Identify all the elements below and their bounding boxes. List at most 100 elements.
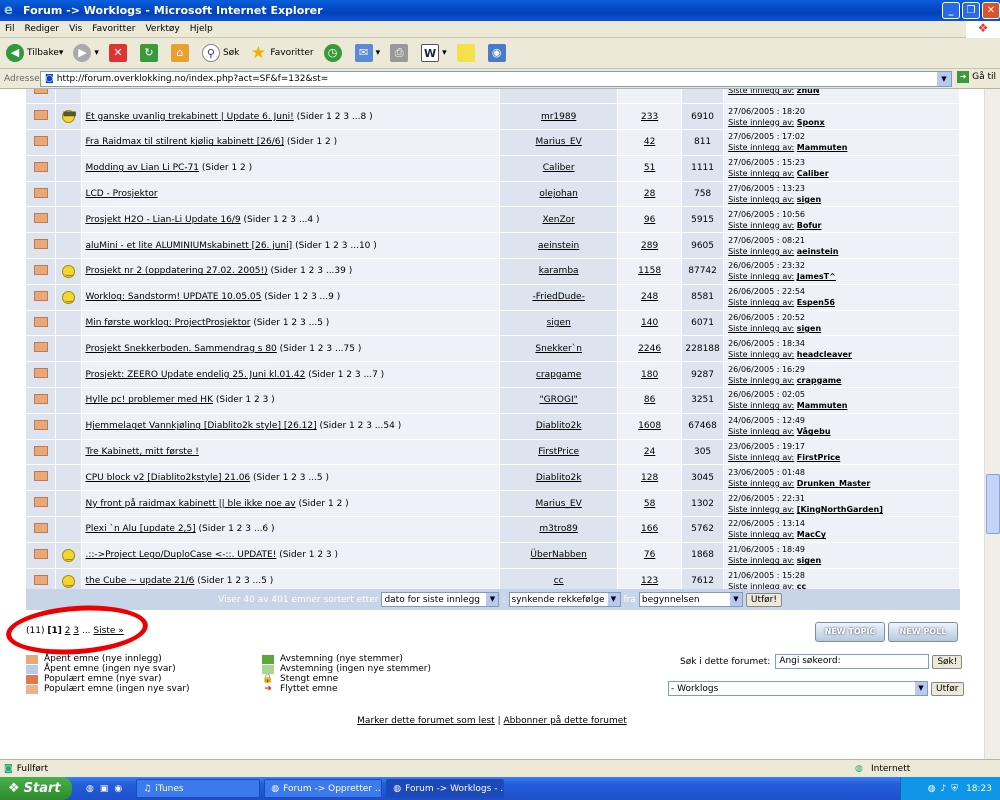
last-post-user[interactable]: FirstPrice xyxy=(797,453,840,462)
topic-starter-link[interactable]: crapgame xyxy=(536,370,581,380)
last-post-label[interactable]: Siste innlegg av: xyxy=(728,401,794,410)
topic-title-link[interactable]: Hjemmelaget Vannkjøling [Diablito2k styl… xyxy=(85,421,316,431)
topic-title-link[interactable]: Prosjekt Snekkerboden. Sammendrag s 80 xyxy=(85,344,276,354)
last-post-label[interactable]: Siste innlegg av: xyxy=(728,376,794,385)
last-post-label[interactable]: Siste innlegg av: xyxy=(728,118,794,127)
topic-replies-link[interactable]: 128 xyxy=(641,473,658,483)
go-button[interactable]: ➜ Gå til xyxy=(957,71,996,83)
last-post-label[interactable]: Siste innlegg av: xyxy=(728,221,794,230)
topic-pages[interactable]: (Sider 1 2 3 ...54 ) xyxy=(320,421,402,431)
topic-title-link[interactable]: Prosjekt H2O - Lian-Li Update 16/9 xyxy=(85,215,240,225)
topic-starter-link[interactable]: Caliber xyxy=(543,163,575,173)
topic-title-link[interactable]: Modding av Lian Li PC-71 xyxy=(85,163,199,173)
last-post-label[interactable]: Siste innlegg av: xyxy=(728,195,794,204)
subscribe-link[interactable]: Abbonner på dette forumet xyxy=(504,716,627,726)
close-button[interactable]: ✕ xyxy=(982,2,1000,19)
last-post-label[interactable]: Siste innlegg av: xyxy=(728,89,794,95)
quicklaunch-media-icon[interactable]: ◉ xyxy=(114,784,122,794)
topic-title-link[interactable]: .::->Project Lego/DuploCase <-::. UPDATE… xyxy=(85,550,276,560)
topic-replies-link[interactable]: 166 xyxy=(641,524,658,534)
address-input[interactable]: ◙ http://forum.overklokking.no/index.php… xyxy=(40,71,952,87)
topic-starter-link[interactable]: FirstPrice xyxy=(538,447,579,457)
topic-starter-link[interactable]: sigen xyxy=(547,318,571,328)
topic-replies-link[interactable]: 58 xyxy=(644,499,655,509)
topic-replies-link[interactable]: 180 xyxy=(641,370,658,380)
sort-by-select[interactable]: dato for siste innlegg ▼ xyxy=(381,592,500,607)
last-post-user[interactable]: sigen xyxy=(797,556,821,565)
last-post-user[interactable]: [KingNorthGarden] xyxy=(797,505,883,514)
topic-title-link[interactable]: LCD - Prosjektor xyxy=(85,189,157,199)
last-post-label[interactable]: Siste innlegg av: xyxy=(728,272,794,281)
topic-title-link[interactable]: CPU block v2 [Diablito2kstyle] 21.06 xyxy=(85,473,250,483)
sort-submit-button[interactable]: Utfør! xyxy=(745,592,782,607)
forum-jump-select[interactable]: - Worklogs ▼ xyxy=(668,681,928,696)
last-post-label[interactable]: Siste innlegg av: xyxy=(728,169,794,178)
refresh-button[interactable]: ↻ xyxy=(139,44,161,62)
mark-read-link[interactable]: Marker dette forumet som lest xyxy=(357,716,495,726)
discuss-button[interactable] xyxy=(456,44,478,62)
topic-starter-link[interactable]: olejohan xyxy=(539,189,577,199)
topic-pages[interactable]: (Sider 1 2 ) xyxy=(298,499,348,509)
messenger-button[interactable]: ◉ xyxy=(487,44,509,62)
search-button[interactable]: ⚲ Søk xyxy=(201,44,239,62)
last-post-user[interactable]: zhuN xyxy=(797,89,820,95)
topic-title-link[interactable]: Min første worklog: ProjectProsjektor xyxy=(85,318,250,328)
tray-network-icon[interactable]: ◍ xyxy=(928,784,936,794)
last-post-user[interactable]: MacCy xyxy=(797,530,826,539)
last-post-label[interactable]: Siste innlegg av: xyxy=(728,143,794,152)
topic-replies-link[interactable]: 1608 xyxy=(638,421,661,431)
topic-replies-link[interactable]: 28 xyxy=(644,189,655,199)
last-post-user[interactable]: Drunken_Master xyxy=(797,479,871,488)
last-post-user[interactable]: Mammuten xyxy=(797,401,848,410)
topic-starter-link[interactable]: XenZor xyxy=(542,215,574,225)
topic-starter-link[interactable]: mr1989 xyxy=(541,112,576,122)
topic-replies-link[interactable]: 86 xyxy=(644,395,655,405)
last-post-user[interactable]: Espen56 xyxy=(797,298,835,307)
topic-starter-link[interactable]: Marius_EV xyxy=(536,499,582,509)
last-post-user[interactable]: sigen xyxy=(797,324,821,333)
topic-title-link[interactable]: Fra Raidmax til stilrent kjølig kabinett… xyxy=(85,137,284,147)
topic-title-link[interactable]: the Cube ~ update 21/6 xyxy=(85,576,194,586)
last-post-label[interactable]: Siste innlegg av: xyxy=(728,530,794,539)
topic-starter-link[interactable]: m3tro89 xyxy=(539,524,577,534)
topic-replies-link[interactable]: 96 xyxy=(644,215,655,225)
topic-pages[interactable]: (Sider 1 2 ) xyxy=(202,163,252,173)
last-post-user[interactable]: Mammuten xyxy=(797,143,848,152)
topic-starter-link[interactable]: "GROGI" xyxy=(540,395,578,405)
menu-tools[interactable]: Verktøy xyxy=(145,24,179,34)
last-post-label[interactable]: Siste innlegg av: xyxy=(728,479,794,488)
topic-title-link[interactable]: Prosjekt: ZEERO Update endelig 25. Juni … xyxy=(85,370,305,380)
topic-pages[interactable]: (Sider 1 2 3 ...10 ) xyxy=(295,241,377,251)
topic-pages[interactable]: (Sider 1 2 ) xyxy=(287,137,337,147)
topic-replies-link[interactable]: 233 xyxy=(641,112,658,122)
topic-replies-link[interactable]: 140 xyxy=(641,318,658,328)
last-post-user[interactable]: Bofur xyxy=(797,221,822,230)
maximize-button[interactable]: ❐ xyxy=(962,2,980,19)
last-post-label[interactable]: Siste innlegg av: xyxy=(728,505,794,514)
topic-starter-link[interactable]: ÜberNabben xyxy=(530,550,586,560)
topic-starter-link[interactable]: Diablito2k xyxy=(536,473,582,483)
topic-title-link[interactable]: Plexi `n Alu [update 2,5] xyxy=(85,524,195,534)
last-post-label[interactable]: Siste innlegg av: xyxy=(728,350,794,359)
menu-help[interactable]: Hjelp xyxy=(190,24,213,34)
topic-starter-link[interactable]: cc xyxy=(554,576,564,586)
topic-pages[interactable]: (Sider 1 2 3 ...8 ) xyxy=(297,112,373,122)
favorites-button[interactable]: ★ Favoritter xyxy=(249,44,314,62)
topic-replies-link[interactable]: 24 xyxy=(644,447,655,457)
topic-title-link[interactable]: Et ganske uvanlig trekabinett | Update 6… xyxy=(85,112,293,122)
task-forum-create[interactable]: ◍ Forum -> Oppretter ... xyxy=(264,779,383,798)
start-button[interactable]: ❖ Start xyxy=(0,777,72,800)
topic-pages[interactable]: (Sider 1 2 3 ...5 ) xyxy=(253,473,329,483)
sort-order-select[interactable]: synkende rekkefølge ▼ xyxy=(508,592,621,607)
quicklaunch-desktop-icon[interactable]: ▣ xyxy=(100,784,109,794)
topic-title-link[interactable]: Hylle pc! problemer med HK xyxy=(85,395,213,405)
home-button[interactable]: ⌂ xyxy=(170,44,192,62)
tray-security-icon[interactable]: ⛨ xyxy=(951,784,958,794)
last-post-user[interactable]: Caliber xyxy=(797,169,829,178)
topic-starter-link[interactable]: aeinstein xyxy=(538,241,579,251)
topic-starter-link[interactable]: Snekker`n xyxy=(535,344,582,354)
menu-file[interactable]: Fil xyxy=(5,24,15,34)
last-post-label[interactable]: Siste innlegg av: xyxy=(728,247,794,256)
last-post-user[interactable]: headcleaver xyxy=(797,350,852,359)
search-input[interactable]: Angi søkeord: xyxy=(775,654,930,669)
